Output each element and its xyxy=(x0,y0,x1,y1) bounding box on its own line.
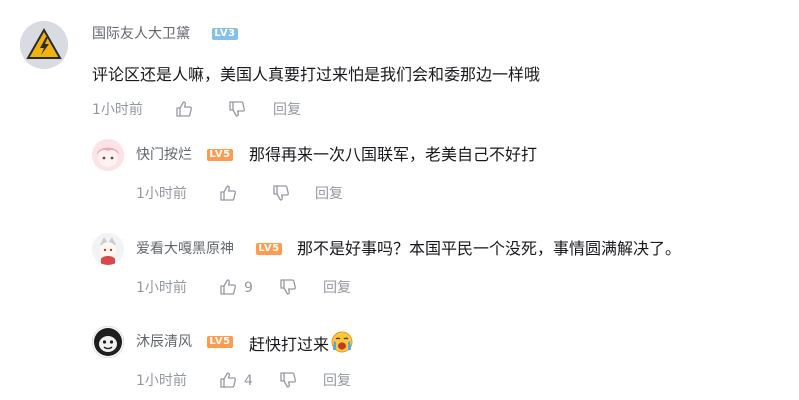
anime-girl-avatar-icon xyxy=(92,139,124,171)
comment-time: 1小时前 xyxy=(136,280,187,296)
reply-button[interactable]: 回复 xyxy=(315,186,343,202)
level-badge: LV5 xyxy=(207,336,233,348)
reply-button[interactable]: 回复 xyxy=(323,373,351,389)
like-count: 4 xyxy=(244,373,253,389)
username[interactable]: 爱看大嘎黑原神 xyxy=(136,241,234,257)
avatar[interactable] xyxy=(92,233,124,265)
comment-time: 1小时前 xyxy=(136,186,187,202)
comment-text: 那不是好事吗？本国平民一个没死，事情圆满解决了。 xyxy=(297,239,682,258)
crying-face-emoji xyxy=(331,331,353,353)
thumb-up-icon[interactable] xyxy=(175,100,193,118)
avatar[interactable] xyxy=(92,139,124,171)
thumb-up-icon[interactable] xyxy=(219,184,237,202)
reply-button[interactable]: 回复 xyxy=(273,102,301,118)
thumb-down-icon[interactable] xyxy=(279,278,297,296)
username[interactable]: 国际友人大卫黛 xyxy=(92,26,190,42)
comment-text: 那得再来一次八国联军，老美自己不好打 xyxy=(249,145,538,164)
thumb-up-icon[interactable] xyxy=(219,278,237,296)
comment-text: 赶快打过来 xyxy=(249,330,354,355)
like-count: 9 xyxy=(244,280,253,296)
comment-time: 1小时前 xyxy=(136,373,187,389)
thumb-down-icon[interactable] xyxy=(272,184,290,202)
comment-text: 评论区还是人嘛，美国人真要打过来怕是我们会和委那边一样哦 xyxy=(92,65,541,84)
comment-time: 1小时前 xyxy=(92,102,143,118)
comment-text-body: 赶快打过来 xyxy=(249,335,330,354)
level-badge: LV3 xyxy=(212,28,238,40)
meme-face-avatar-icon xyxy=(92,326,124,358)
anime-character-avatar-icon xyxy=(92,233,124,265)
username[interactable]: 快门按烂 xyxy=(136,147,192,163)
thumb-down-icon[interactable] xyxy=(279,371,297,389)
level-badge: LV5 xyxy=(256,243,282,255)
thumb-down-icon[interactable] xyxy=(228,100,246,118)
warning-sign-avatar-icon xyxy=(20,21,68,69)
avatar[interactable] xyxy=(20,21,68,69)
thumb-up-icon[interactable] xyxy=(219,371,237,389)
reply-button[interactable]: 回复 xyxy=(323,280,351,296)
level-badge: LV5 xyxy=(207,149,233,161)
username[interactable]: 沐辰清风 xyxy=(136,334,192,350)
avatar[interactable] xyxy=(92,326,124,358)
